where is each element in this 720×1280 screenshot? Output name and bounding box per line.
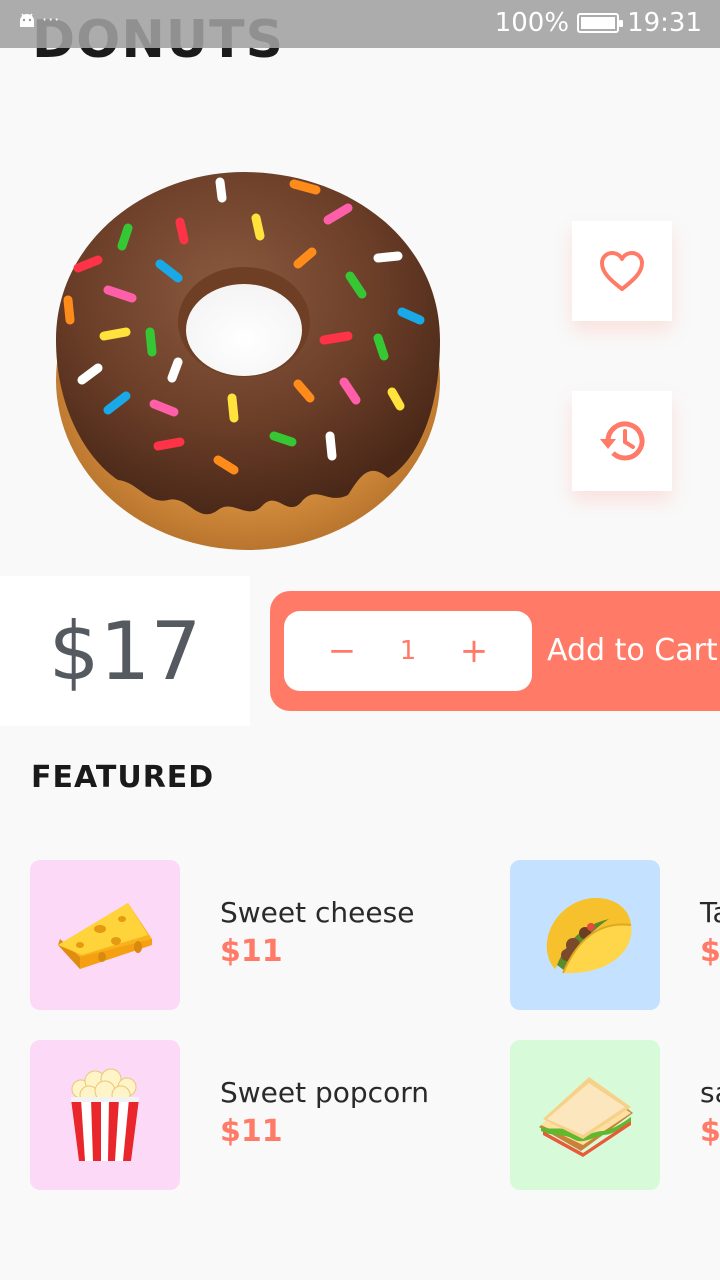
add-to-cart-bar: − 1 + Add to Cart [270, 591, 720, 711]
battery-icon [577, 13, 624, 33]
item-name: Sweet cheese [220, 896, 415, 929]
featured-title: FEATURED [31, 760, 215, 795]
item-thumbnail [510, 860, 660, 1010]
status-bar: ··· 100% 19:31 [0, 0, 720, 48]
quantity-value: 1 [399, 636, 417, 666]
heart-icon [600, 251, 644, 291]
battery-percent: 100% [494, 8, 570, 38]
clock: 19:31 [627, 8, 702, 38]
more-icon: ··· [42, 10, 61, 29]
history-icon [600, 421, 645, 461]
favorite-button[interactable] [572, 221, 672, 321]
item-price: $11 [220, 1114, 283, 1149]
item-name: sa [700, 1076, 720, 1109]
item-name: Sweet popcorn [220, 1076, 429, 1109]
item-name: Ta [700, 896, 720, 929]
taco-icon [546, 897, 632, 974]
cheese-icon [58, 903, 152, 969]
add-to-cart-button[interactable]: Add to Cart [547, 591, 718, 711]
item-thumbnail [30, 860, 180, 1010]
history-button[interactable] [572, 391, 672, 491]
sandwich-icon [539, 1077, 633, 1157]
item-thumbnail [510, 1040, 660, 1190]
popcorn-icon [71, 1068, 139, 1161]
item-thumbnail [30, 1040, 180, 1190]
item-price: $6 [700, 934, 720, 969]
donut-image [48, 160, 448, 560]
item-price: $11 [220, 934, 283, 969]
decrease-quantity-button[interactable]: − [302, 611, 382, 691]
android-icon [20, 13, 34, 27]
item-price: $6 [700, 1114, 720, 1149]
quantity-stepper: − 1 + [284, 611, 532, 691]
increase-quantity-button[interactable]: + [434, 611, 514, 691]
product-price: $17 [0, 576, 250, 726]
